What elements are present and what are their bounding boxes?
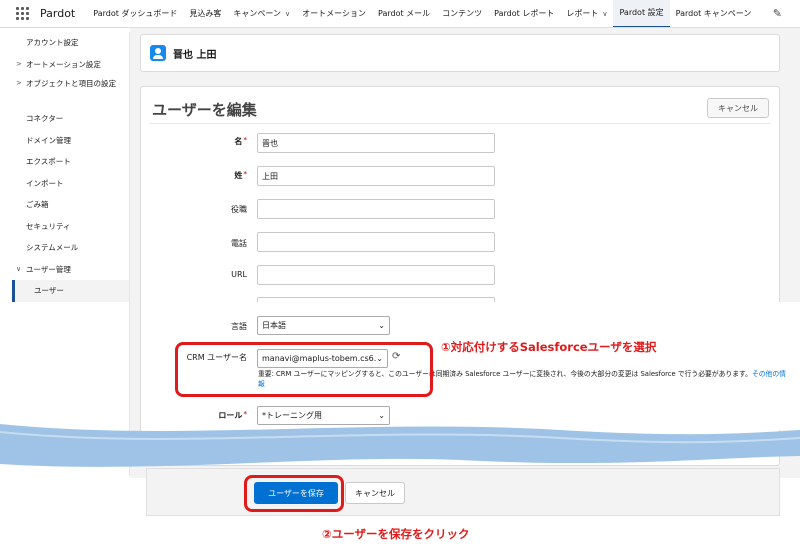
sidebar-item-import[interactable]: インポート: [12, 173, 129, 195]
chevron-right-icon: >: [16, 59, 22, 68]
sidebar-item-label: オートメーション設定: [26, 59, 101, 69]
sidebar-item-export[interactable]: エクスポート: [12, 151, 129, 173]
job-title-input[interactable]: [257, 199, 495, 219]
nav-tab-label: オートメーション: [302, 9, 366, 18]
app-name: Pardot: [40, 7, 76, 20]
sidebar-item-security[interactable]: セキュリティ: [12, 216, 129, 238]
chevron-right-icon: >: [16, 79, 22, 87]
sidebar-item-domain-management[interactable]: ドメイン管理: [12, 130, 129, 152]
cancel-button-top[interactable]: キャンセル: [707, 98, 769, 118]
sidebar-item-user-management[interactable]: ∨ ユーザー管理: [12, 259, 129, 281]
form-footer-bar: [146, 468, 780, 516]
sidebar-item-connectors[interactable]: コネクター: [12, 108, 129, 130]
divider: [150, 123, 770, 124]
nav-tab-label: Pardot キャンペーン: [675, 9, 752, 18]
nav-tab-campaigns[interactable]: キャンペーン ∨: [227, 0, 296, 27]
wave-cut-decoration: [0, 424, 800, 467]
label-text: 名: [234, 137, 243, 146]
annotation-highlight-crm: [175, 342, 433, 397]
last-name-input[interactable]: [257, 166, 495, 186]
nav-tab-label: Pardot レポート: [494, 9, 555, 18]
app-launcher-icon[interactable]: [16, 6, 30, 21]
chevron-down-icon: ∨: [16, 264, 22, 273]
nav-tab-pardot-dashboard[interactable]: Pardot ダッシュボード: [87, 0, 183, 27]
nav-tab-content[interactable]: コンテンツ: [436, 0, 488, 27]
nav-tab-pardot-email[interactable]: Pardot メール: [372, 0, 436, 27]
sidebar-item-label: ドメイン管理: [26, 135, 71, 145]
label-text: 姓: [234, 171, 243, 180]
sidebar-item-account-settings[interactable]: アカウント設定: [12, 32, 129, 54]
chevron-down-icon: ⌄: [378, 321, 385, 330]
sidebar-item-label: ごみ箱: [26, 200, 49, 209]
required-asterisk: *: [243, 170, 247, 178]
edit-nav-pencil-icon[interactable]: ✎: [773, 7, 782, 20]
sidebar-item-label: エクスポート: [26, 157, 71, 166]
nav-tab-label: コンテンツ: [442, 9, 483, 18]
nav-tab-pardot-settings[interactable]: Pardot 設定: [613, 0, 670, 27]
language-label: 言語: [231, 322, 247, 331]
nav-tab-pardot-campaigns[interactable]: Pardot キャンペーン: [670, 0, 758, 27]
sidebar-item-recycle-bin[interactable]: ごみ箱: [12, 194, 129, 216]
nav-tab-label: キャンペーン: [233, 9, 282, 18]
required-asterisk: *: [243, 136, 247, 144]
nav-tab-label: Pardot ダッシュボード: [93, 9, 178, 18]
user-full-name: 晋也 上田: [173, 49, 217, 61]
global-nav-bar: Pardot Pardot ダッシュボード 見込み客 キャンペーン ∨ オートメー…: [0, 0, 800, 28]
nav-tab-label: 見込み客: [189, 9, 222, 18]
annotation-step1: ①対応付けするSalesforceユーザを選択: [441, 340, 657, 354]
url-input[interactable]: [257, 265, 495, 285]
user-header-card: 晋也 上田: [140, 34, 780, 72]
annotation-highlight-save: [244, 475, 344, 512]
sidebar-item-label: インポート: [26, 178, 64, 188]
phone-input[interactable]: [257, 232, 495, 252]
sidebar-item-users[interactable]: ユーザー: [12, 280, 129, 302]
annotation-step2: ②ユーザーを保存をクリック: [322, 527, 470, 541]
last-name-label: 姓*: [147, 170, 247, 181]
sidebar-item-label: セキュリティ: [26, 221, 71, 231]
nav-tab-prospects[interactable]: 見込み客: [183, 0, 227, 27]
language-select-value: 日本語: [262, 321, 286, 330]
nav-tab-automation[interactable]: オートメーション: [296, 0, 372, 27]
nav-tab-label: レポート: [566, 9, 599, 18]
user-icon: [150, 45, 166, 61]
page-title: ユーザーを編集: [152, 101, 257, 119]
url-label: URL: [231, 270, 247, 279]
sidebar-item-automation-settings[interactable]: > オートメーション設定: [12, 54, 129, 76]
sidebar-item-label: オブジェクトと項目の設定: [26, 79, 116, 88]
settings-sidebar: アカウント設定 > オートメーション設定 > オブジェクトと項目の設定 コネクター …: [12, 32, 130, 476]
nav-tab-reports[interactable]: レポート ∨: [560, 0, 613, 27]
cancel-button-bottom[interactable]: キャンセル: [345, 482, 405, 504]
sidebar-item-system-email[interactable]: システムメール: [12, 237, 129, 259]
job-title-label: 役職: [231, 205, 247, 214]
first-name-label: 名*: [147, 136, 247, 147]
sidebar-item-label: コネクター: [26, 114, 64, 123]
sidebar-item-label: ユーザー: [34, 286, 64, 295]
sidebar-item-object-field-settings[interactable]: > オブジェクトと項目の設定: [12, 75, 129, 108]
language-select[interactable]: 日本語 ⌄: [257, 316, 390, 335]
chevron-down-icon[interactable]: ∨: [602, 10, 607, 18]
chevron-down-icon[interactable]: ∨: [285, 10, 290, 18]
nav-tab-label: Pardot 設定: [619, 8, 664, 17]
nav-tab-pardot-reports[interactable]: Pardot レポート: [488, 0, 560, 27]
sidebar-item-label: アカウント設定: [26, 38, 79, 47]
sidebar-item-label: システムメール: [26, 243, 79, 252]
sidebar-item-label: ユーザー管理: [26, 264, 71, 274]
first-name-input[interactable]: [257, 133, 495, 153]
phone-label: 電話: [231, 239, 247, 248]
nav-tab-label: Pardot メール: [377, 9, 431, 18]
